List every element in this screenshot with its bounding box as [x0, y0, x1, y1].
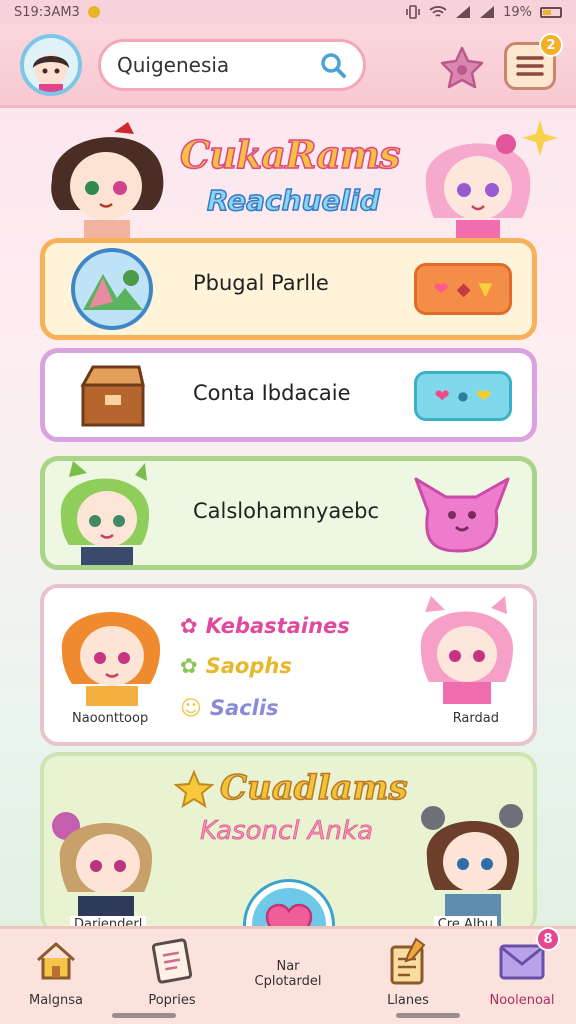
- card-2-action-button[interactable]: ❤ ● ❤: [414, 371, 512, 421]
- menu-button[interactable]: 2: [504, 33, 563, 90]
- smiley-icon: ☺: [180, 696, 202, 720]
- clover-icon: ✿: [180, 654, 198, 678]
- dot-icon: ●: [457, 389, 469, 403]
- notebook-icon: [151, 938, 193, 984]
- bottom-nav: Malgnsa Popries Nar Cplotardel Llanes 8 …: [0, 926, 576, 1024]
- menu-card-2[interactable]: Conta Ibdacaie ❤ ● ❤: [40, 348, 537, 442]
- nav-center-label: Nar Cplotardel: [254, 959, 322, 989]
- nav-item-center[interactable]: Nar Cplotardel: [240, 951, 336, 1024]
- wifi-icon: [429, 6, 447, 17]
- list-row-2-label: Saophs: [205, 654, 292, 678]
- flower-icon: ✿: [180, 614, 198, 638]
- diamond-icon: ◆: [456, 278, 471, 300]
- notepad-pencil-icon: [390, 937, 426, 985]
- triangle-down-icon: ▼: [478, 278, 493, 300]
- card-4-left-character-label: Naoonttoop: [68, 710, 153, 727]
- home-indicator-left: [112, 1013, 176, 1018]
- battery-icon: [540, 6, 562, 18]
- list-row-1-label: Kebastaines: [205, 614, 350, 638]
- sparkle-icon: [522, 120, 558, 156]
- nav-item-stories[interactable]: Popries: [124, 937, 220, 1017]
- heart-icon: ❤: [433, 278, 449, 300]
- featured-title: Cuadlams: [219, 767, 408, 809]
- card-5-character-left: [52, 812, 153, 926]
- card-1-action-button[interactable]: ❤ ◆ ▼: [414, 263, 512, 315]
- card-4-right-character-label: Rardad: [448, 710, 503, 727]
- app-header: Quigenesia 2: [0, 24, 576, 108]
- card-2-label: Conta Ibdacaie: [193, 381, 351, 405]
- house-icon: [37, 942, 75, 980]
- star-icon: [440, 46, 484, 89]
- card-5-character-right: [421, 804, 523, 926]
- list-row-3[interactable]: ☺ Saclis: [180, 696, 279, 720]
- signal-icon-2: [480, 6, 495, 18]
- list-row-3-label: Saclis: [209, 696, 279, 720]
- card-1-label: Pbugal Parlle: [193, 271, 329, 295]
- hero-title: CukaRams: [179, 131, 401, 178]
- nav-lanes-label: Llanes: [387, 993, 429, 1008]
- vibrate-icon: [406, 5, 420, 19]
- search-icon[interactable]: [319, 51, 347, 79]
- box-icon: [80, 365, 145, 427]
- hero-subtitle: Reachuelid: [206, 183, 380, 218]
- notification-icon: [87, 6, 100, 18]
- notification-badge: 8: [536, 927, 560, 951]
- card-3-character: [60, 461, 150, 565]
- gold-star-icon: [174, 770, 214, 809]
- search-input[interactable]: Quigenesia: [117, 53, 319, 77]
- nav-stories-label: Popries: [148, 993, 196, 1008]
- search-bar[interactable]: Quigenesia: [98, 39, 366, 91]
- menu-card-1[interactable]: Pbugal Parlle ❤ ◆ ▼: [40, 238, 537, 340]
- nav-item-lanes[interactable]: Llanes: [360, 937, 456, 1017]
- signal-icon: [456, 6, 471, 18]
- favorites-button[interactable]: [438, 44, 486, 92]
- pink-blob-icon[interactable]: [406, 471, 518, 557]
- status-bar: S19:3AM3 19%: [0, 0, 576, 24]
- card-3-label: Calslohamnyaebc: [193, 499, 380, 523]
- hamburger-icon: [516, 56, 544, 76]
- character-list-card[interactable]: Naoonttoop ✿ Kebastaines ✿ Saophs ☺ Sacl…: [40, 584, 537, 746]
- list-row-2[interactable]: ✿ Saophs: [180, 654, 292, 678]
- hero-banner: CukaRams Reachuelid: [0, 112, 576, 238]
- card-4-character-right: [420, 596, 513, 704]
- hero-character-left: [51, 122, 164, 238]
- card-4-character-left: [61, 611, 161, 706]
- featured-subtitle: Kasoncl Anka: [200, 816, 374, 847]
- battery-percent: 19%: [503, 4, 532, 20]
- menu-card-3[interactable]: Calslohamnyaebc: [40, 456, 537, 570]
- home-indicator-right: [396, 1013, 460, 1018]
- heart-icon: ❤: [434, 385, 450, 407]
- nav-notifications-label: Noolenoal: [489, 993, 555, 1008]
- menu-badge: 2: [539, 33, 563, 57]
- nav-home-label: Malgnsa: [28, 993, 84, 1008]
- list-row-1[interactable]: ✿ Kebastaines: [180, 614, 350, 638]
- nav-item-home[interactable]: Malgnsa: [8, 937, 104, 1017]
- nav-item-notifications[interactable]: 8 Noolenoal: [474, 927, 570, 1017]
- hero-character-right: [425, 134, 531, 238]
- status-time: S19:3AM3: [14, 4, 80, 20]
- avatar[interactable]: [20, 34, 82, 96]
- heart-yellow-icon: ❤: [476, 385, 492, 407]
- landscape-picture-icon: [71, 248, 153, 330]
